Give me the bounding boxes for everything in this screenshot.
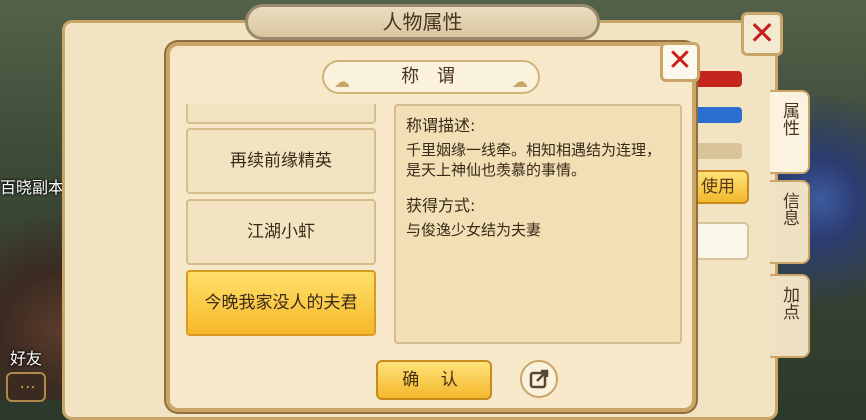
list-item-partial[interactable] <box>186 104 376 124</box>
confirm-button[interactable]: 确 认 <box>376 360 492 400</box>
list-item[interactable]: 江湖小虾 <box>186 199 376 265</box>
list-item[interactable]: 再续前缘精英 <box>186 128 376 194</box>
close-x-icon: ✕ <box>667 43 693 78</box>
chat-icon: ··· <box>20 380 37 396</box>
title-dialog: ☁ 称 谓 ☁ ✕ 再续前缘精英 江湖小虾 今晚我家没人的夫君 称谓描述: 千里… <box>166 42 700 412</box>
list-item-selected[interactable]: 今晚我家没人的夫君 <box>186 270 376 336</box>
description-text: 千里姻缘一线牵。相知相遇结为连理，是天上神仙也羡慕的事情。 <box>406 141 662 179</box>
tab-attributes[interactable]: 属性 <box>770 90 810 174</box>
tab-points[interactable]: 加点 <box>770 274 810 358</box>
dialog-title: 称 谓 <box>401 66 461 87</box>
share-button[interactable] <box>520 360 558 398</box>
tab-info[interactable]: 信息 <box>770 180 810 264</box>
description-heading: 称谓描述: <box>406 116 476 135</box>
decor-cloud-icon: ☁ <box>334 72 350 91</box>
close-x-icon: ✕ <box>748 14 776 52</box>
tab-info-label: 信息 <box>779 192 799 226</box>
dialog-title-banner: ☁ 称 谓 ☁ <box>322 60 540 94</box>
title-list[interactable]: 再续前缘精英 江湖小虾 今晚我家没人的夫君 <box>186 104 380 344</box>
obtain-text: 与俊逸少女结为夫妻 <box>406 221 542 239</box>
main-close-button[interactable]: ✕ <box>741 12 783 56</box>
main-window-title: 人物属性 <box>245 4 600 40</box>
share-icon <box>529 369 549 389</box>
tab-attributes-label: 属性 <box>779 102 799 136</box>
dungeon-label[interactable]: 百晓副本 <box>0 174 64 198</box>
decor-cloud-icon: ☁ <box>512 72 528 91</box>
tab-points-label: 加点 <box>779 286 799 320</box>
title-description-panel: 称谓描述: 千里姻缘一线牵。相知相遇结为连理，是天上神仙也羡慕的事情。 获得方式… <box>394 104 682 344</box>
obtain-heading: 获得方式: <box>406 196 476 215</box>
dialog-close-button[interactable]: ✕ <box>660 42 700 82</box>
chat-button[interactable]: ··· <box>6 372 46 402</box>
friends-label[interactable]: 好友 <box>10 345 42 369</box>
